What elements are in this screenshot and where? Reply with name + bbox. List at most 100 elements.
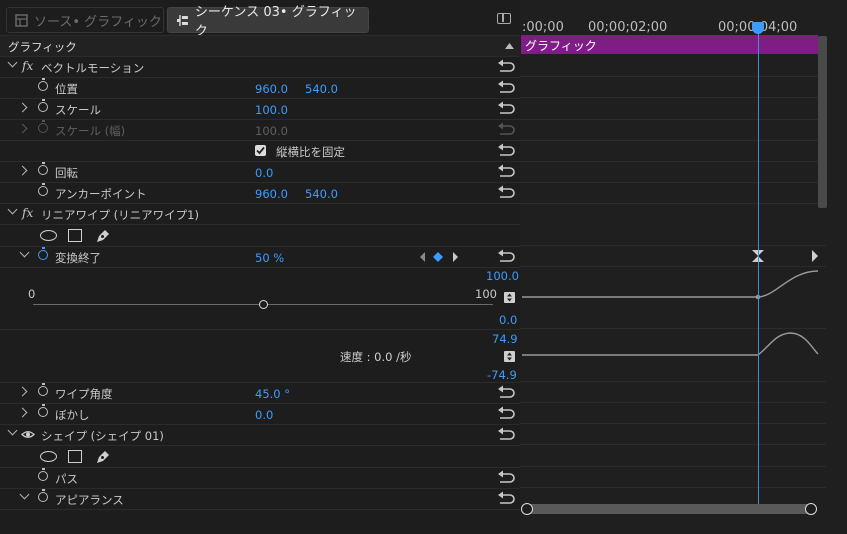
scale-row: スケール 100.0 [0, 98, 520, 119]
graphic-section-header[interactable]: グラフィック [0, 35, 520, 56]
rectangle-mask-icon[interactable] [68, 229, 82, 242]
property-label: 位置 [55, 82, 78, 96]
timeline-zoom-scrollbar[interactable] [522, 504, 816, 514]
stopwatch-icon[interactable] [38, 78, 48, 91]
reset-icon[interactable] [497, 143, 515, 158]
graph-scale-icon[interactable] [504, 292, 515, 303]
value-curve [522, 270, 819, 298]
reset-icon[interactable] [497, 470, 515, 485]
wipe-angle-value[interactable]: 45.0 ° [255, 387, 290, 401]
wipe-angle-row: ワイプ角度 45.0 ° [0, 382, 520, 403]
keyframe-navigator [420, 252, 458, 262]
chevron-down-icon[interactable] [19, 247, 30, 258]
zoom-scrollbar-left-handle[interactable] [521, 503, 533, 515]
keyframe-marker-icon[interactable] [811, 249, 819, 263]
uniform-scale-checkbox[interactable] [255, 145, 266, 156]
sequence-tab-icon [176, 14, 188, 26]
tab-bar: ソース• グラフィック シーケンス 03• グラフィック [0, 0, 520, 39]
linear-wipe-row[interactable]: fx リニアワイプ (リニアワイプ1) [0, 203, 520, 224]
pen-mask-icon[interactable] [95, 449, 111, 465]
tab-label: ソース• グラフィック [34, 14, 162, 30]
keyframe-icon[interactable] [433, 252, 443, 262]
property-label: アピアランス [55, 493, 124, 507]
anchor-y-value[interactable]: 540.0 [305, 187, 338, 201]
eye-icon[interactable] [21, 430, 35, 439]
slider-max-label: 100 [475, 287, 497, 301]
reset-icon[interactable] [497, 101, 515, 116]
timeline-vertical-scrollbar[interactable] [818, 36, 827, 208]
stopwatch-icon[interactable] [38, 383, 48, 396]
stopwatch-icon[interactable] [38, 99, 48, 112]
property-label: 変換終了 [55, 251, 101, 265]
rectangle-mask-icon[interactable] [68, 450, 82, 463]
rotation-value[interactable]: 0.0 [255, 166, 273, 180]
ellipse-mask-icon[interactable] [40, 451, 57, 462]
chevron-down-icon[interactable] [19, 489, 30, 500]
reset-icon[interactable] [497, 406, 515, 421]
chevron-down-icon[interactable] [7, 425, 18, 436]
stopwatch-icon[interactable] [38, 162, 48, 175]
stopwatch-icon[interactable] [38, 489, 48, 502]
rotation-row: 回転 0.0 [0, 161, 520, 182]
reset-icon[interactable] [497, 249, 515, 264]
path-row: パス [0, 467, 520, 488]
reset-icon [498, 122, 515, 135]
stopwatch-icon[interactable] [38, 183, 48, 196]
zoom-scrollbar-right-handle[interactable] [805, 503, 817, 515]
reset-icon[interactable] [497, 80, 515, 95]
position-y-value[interactable]: 540.0 [305, 82, 338, 96]
pen-mask-icon[interactable] [95, 228, 111, 244]
ellipse-mask-icon[interactable] [40, 230, 57, 241]
ruler-timecode: :00;00 [522, 20, 564, 35]
graphic-clip-bar[interactable]: グラフィック [521, 35, 818, 54]
clip-label: グラフィック [525, 39, 597, 53]
graph-max-value: 100.0 [486, 269, 519, 283]
stopwatch-icon[interactable] [38, 247, 48, 260]
chevron-right-icon[interactable] [17, 165, 28, 176]
chevron-right-icon[interactable] [17, 102, 28, 113]
reset-icon[interactable] [497, 427, 515, 442]
anchor-x-value[interactable]: 960.0 [255, 187, 288, 201]
shape-mask-tools-row [0, 445, 520, 467]
fx-icon[interactable]: fx [22, 206, 33, 220]
effect-title: リニアワイプ (リニアワイプ1) [41, 208, 199, 222]
fx-icon[interactable]: fx [22, 59, 33, 73]
property-label: アンカーポイント [55, 187, 147, 201]
playhead-handle[interactable] [752, 22, 764, 34]
reset-icon[interactable] [497, 59, 515, 74]
chevron-right-icon[interactable] [17, 407, 28, 418]
chevron-right-icon[interactable] [17, 386, 28, 397]
next-keyframe-icon[interactable] [453, 252, 458, 262]
reset-icon[interactable] [497, 491, 515, 506]
slider-min-label: 0 [28, 287, 36, 301]
stopwatch-icon[interactable] [38, 468, 48, 481]
velocity-min-value: -74.9 [487, 368, 517, 382]
stopwatch-icon[interactable] [38, 404, 48, 417]
collapse-arrow-icon[interactable] [505, 43, 514, 49]
scale-value[interactable]: 100.0 [255, 103, 288, 117]
reset-icon[interactable] [497, 185, 515, 200]
velocity-readout: 速度 : 0.0 /秒 [340, 350, 412, 364]
transition-value[interactable]: 50 % [255, 251, 284, 265]
chevron-down-icon[interactable] [7, 204, 18, 215]
reset-icon[interactable] [497, 385, 515, 400]
panel-bottom-edge [0, 509, 520, 518]
vector-motion-row[interactable]: fx ベクトルモーション [0, 56, 520, 77]
position-x-value[interactable]: 960.0 [255, 82, 288, 96]
slider-thumb[interactable] [258, 300, 268, 309]
playhead-line[interactable] [758, 26, 759, 504]
graph-min-value: 0.0 [499, 313, 518, 327]
velocity-max-value: 74.9 [492, 332, 518, 346]
tab-sequence-graphic[interactable]: シーケンス 03• グラフィック [167, 5, 369, 39]
previous-keyframe-icon[interactable] [420, 252, 425, 262]
velocity-graph-area: 74.9 速度 : 0.0 /秒 -74.9 [0, 329, 520, 383]
feather-value[interactable]: 0.0 [255, 408, 273, 422]
shape-row[interactable]: シェイプ (シェイプ 01) [0, 424, 520, 445]
panel-menu-icon[interactable] [497, 13, 511, 24]
property-label: ぼかし [55, 408, 90, 422]
chevron-down-icon[interactable] [7, 57, 18, 68]
tab-source-graphic[interactable]: ソース• グラフィック [6, 7, 164, 33]
time-ruler[interactable]: :00;00 00;00;02;00 00;00;04;00 [520, 0, 847, 35]
reset-icon[interactable] [497, 164, 515, 179]
graph-scale-icon[interactable] [504, 351, 515, 362]
